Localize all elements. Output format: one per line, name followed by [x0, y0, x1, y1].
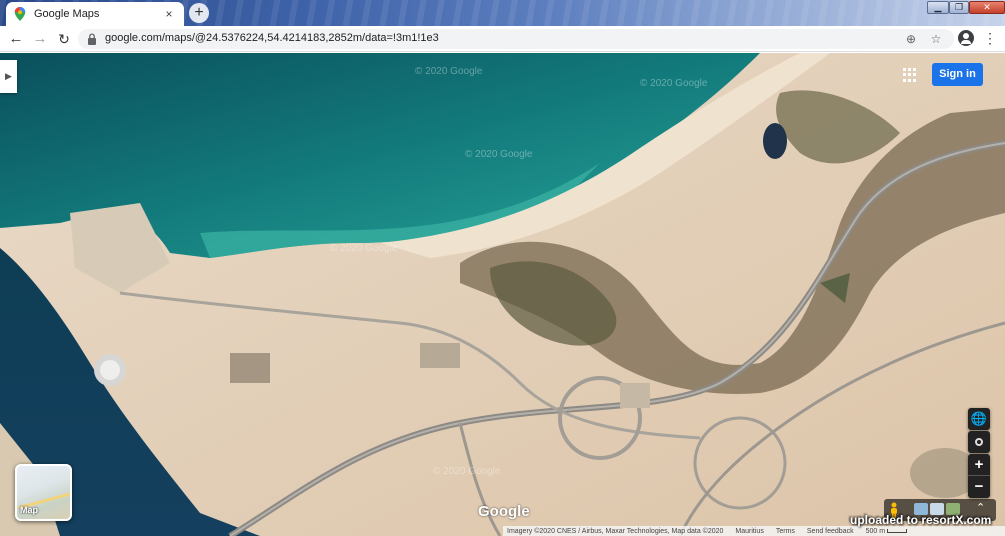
- satellite-map[interactable]: © 2020 Google © 2020 Google © 2020 Googl…: [0, 53, 1005, 536]
- google-apps-icon[interactable]: [903, 68, 917, 82]
- send-feedback-link[interactable]: Send feedback: [807, 528, 854, 535]
- scale-bar: [887, 528, 908, 533]
- zoom-in-button[interactable]: +: [968, 454, 990, 476]
- imagery-attribution: Imagery ©2020 CNES / Airbus, Maxar Techn…: [507, 527, 724, 535]
- layer-thumbnail-label: Map: [20, 505, 38, 515]
- upload-watermark: uploaded to resortX.com: [850, 513, 992, 527]
- reload-icon[interactable]: ↻: [55, 30, 73, 48]
- new-tab-button[interactable]: +: [189, 3, 209, 23]
- forward-arrow-icon[interactable]: →: [31, 30, 49, 48]
- map-watermark: © 2020 Google: [433, 466, 501, 477]
- zoom-control: + −: [968, 454, 990, 498]
- side-panel-toggle-button[interactable]: ▶: [0, 60, 17, 93]
- map-watermark: © 2020 Google: [640, 78, 708, 89]
- satellite-imagery[interactable]: [0, 53, 1005, 536]
- window-maximize-button[interactable]: ❐: [949, 1, 969, 14]
- back-arrow-icon[interactable]: ←: [7, 30, 25, 48]
- map-watermark: © 2020 Google: [415, 66, 483, 77]
- bookmark-star-icon[interactable]: ☆: [928, 31, 944, 47]
- scale-label: 500 m: [865, 527, 886, 535]
- sign-in-button[interactable]: Sign in: [932, 63, 983, 86]
- url-text[interactable]: google.com/maps/@24.5376224,54.4214183,2…: [105, 32, 439, 44]
- google-maps-pin-icon: [14, 7, 26, 21]
- google-logo: Google: [478, 503, 530, 520]
- country-label: Mauritius: [735, 527, 764, 535]
- window-minimize-button[interactable]: ▁: [927, 1, 949, 14]
- map-footer: Imagery ©2020 CNES / Airbus, Maxar Techn…: [503, 526, 1005, 536]
- map-layer-toggle[interactable]: Map: [15, 464, 72, 521]
- scale-indicator[interactable]: 500 m: [865, 527, 908, 535]
- zoom-icon[interactable]: ⊕: [903, 31, 919, 47]
- terms-link[interactable]: Terms: [776, 528, 795, 535]
- browser-tab-google-maps[interactable]: Google Maps ×: [6, 2, 184, 26]
- tab-close-icon[interactable]: ×: [162, 7, 176, 21]
- my-location-icon[interactable]: [968, 431, 990, 453]
- profile-avatar-icon[interactable]: [958, 30, 974, 46]
- map-watermark: © 2020 Google: [330, 243, 398, 254]
- address-bar[interactable]: google.com/maps/@24.5376224,54.4214183,2…: [78, 29, 954, 49]
- browser-menu-icon[interactable]: ⋮: [983, 30, 997, 48]
- map-watermark: © 2020 Google: [465, 149, 533, 160]
- zoom-out-button[interactable]: −: [968, 476, 990, 498]
- lock-icon: [88, 33, 96, 45]
- globe-view-icon[interactable]: 🌐: [968, 408, 990, 430]
- browser-toolbar: ← → ↻ google.com/maps/@24.5376224,54.421…: [0, 26, 1005, 52]
- tab-title: Google Maps: [34, 8, 100, 20]
- window-close-button[interactable]: ✕: [969, 1, 1005, 14]
